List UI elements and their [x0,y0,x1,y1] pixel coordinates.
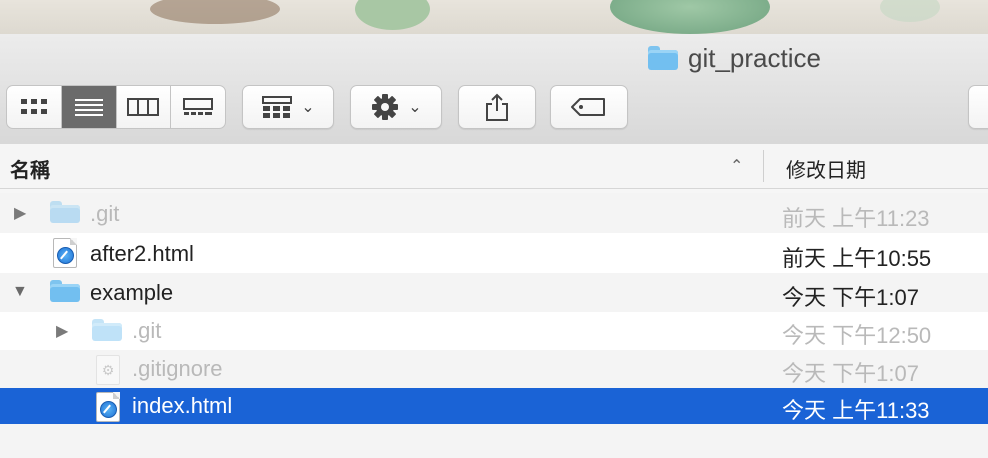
file-date: 今天 上午11:33 [782,398,930,423]
file-date: 前天 上午10:55 [782,246,932,271]
column-view-icon [127,98,160,116]
file-row[interactable]: ▶ .git 今天 下午12:50 [0,312,988,350]
folder-icon [92,319,122,341]
share-icon [486,93,508,121]
column-divider[interactable] [763,150,764,182]
date-modified-column-header[interactable]: 修改日期 [786,154,866,183]
icon-view-button[interactable] [7,86,62,128]
html-file-icon [53,238,77,268]
view-mode-control [6,85,226,129]
tag-button[interactable] [550,85,628,129]
gallery-view-button[interactable] [171,86,225,128]
tag-icon [571,98,605,116]
disclosure-triangle[interactable]: ▼ [12,283,28,301]
disclosure-triangle[interactable]: ▶ [14,203,26,223]
file-date: 今天 下午1:07 [782,361,919,386]
wallpaper-plant [610,0,770,34]
group-by-button[interactable]: ⌄ [242,85,334,129]
chevron-down-icon: ⌄ [301,99,315,116]
icon-view-icon [20,99,47,114]
gear-document-icon: ⚙ [96,355,120,385]
sort-ascending-icon: ⌃ [730,158,744,175]
file-date: 今天 下午1:07 [782,285,919,310]
file-row[interactable]: ▼ example 今天 下午1:07 [0,273,988,312]
wallpaper-plant [880,0,940,22]
title-bar: git_practice ⌄ ⌄ [0,34,988,145]
file-row[interactable]: ⚙ .gitignore 今天 下午1:07 [0,350,988,388]
file-name: index.html [132,393,233,418]
folder-icon [50,280,80,302]
file-name: after2.html [90,241,194,266]
search-button[interactable] [968,85,988,129]
list-view-button[interactable] [61,86,117,128]
desktop-wallpaper [0,0,988,34]
grid-icon [262,96,293,118]
column-view-button[interactable] [117,86,172,128]
file-name: .git [90,201,120,226]
html-file-icon [96,392,120,422]
chevron-down-icon: ⌄ [408,99,422,116]
empty-row [0,424,988,458]
disclosure-triangle[interactable]: ▶ [56,321,68,341]
wallpaper-plant [355,0,430,30]
action-button[interactable]: ⌄ [350,85,442,129]
gallery-view-icon [183,98,214,115]
list-view-icon [74,99,103,116]
wallpaper-plant [150,0,280,24]
column-header: 名稱 ⌃ 修改日期 [0,144,988,189]
file-date: 今天 下午12:50 [782,323,932,348]
finder-window: git_practice ⌄ ⌄ 名稱 ⌃ 修改日期 ▶ .git 前天 上午1… [0,34,988,458]
file-name: .gitignore [132,356,223,381]
name-column-header[interactable]: 名稱 [10,154,50,183]
file-row[interactable]: ▶ .git 前天 上午11:23 [0,193,988,233]
file-name: .git [132,318,162,343]
gear-icon [372,94,399,120]
file-row-selected[interactable]: index.html 今天 上午11:33 [0,388,988,424]
window-title-text: git_practice [688,42,821,73]
window-title: git_practice [648,42,821,74]
file-row[interactable]: after2.html 前天 上午10:55 [0,233,988,273]
folder-icon [648,46,678,70]
file-date: 前天 上午11:23 [782,206,930,231]
folder-icon [50,201,80,223]
file-name: example [90,280,174,305]
share-button[interactable] [458,85,536,129]
